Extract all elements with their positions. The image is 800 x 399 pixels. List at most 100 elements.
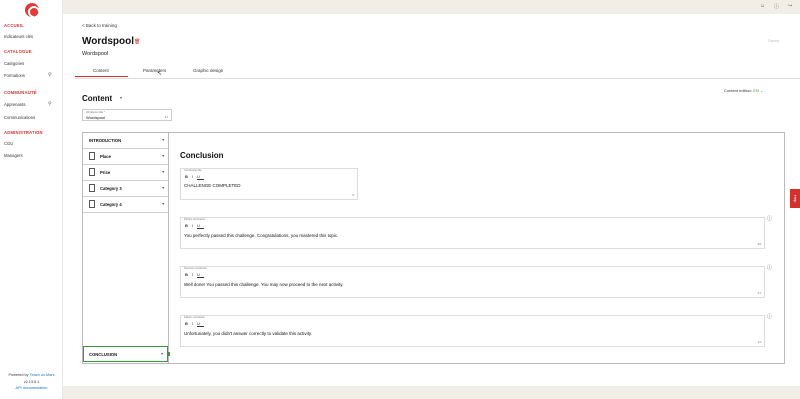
sidebar-item-indicateurs[interactable]: Indicateurs clés <box>4 34 33 39</box>
trash-icon[interactable]: 🗑 <box>134 39 140 45</box>
sidebar-section-accueil: ACCUEIL <box>4 23 25 28</box>
content-edition-label: Content edition: <box>724 88 753 93</box>
field-value: You perfectly passed this challenge. Con… <box>184 233 339 238</box>
document-icon <box>89 200 95 208</box>
back-to-training-link[interactable]: < Back to training <box>82 23 117 28</box>
format-toolbar: BIU <box>185 223 204 228</box>
search-icon[interactable]: ⚲ <box>48 101 52 107</box>
conclusion-heading: Conclusion <box>180 151 224 160</box>
nav-item-place[interactable]: Place ▾ <box>83 149 168 165</box>
conclusion-title-field[interactable]: Conclusion title BIU CHALLENGE COMPLETED… <box>180 168 358 200</box>
chevron-down-icon[interactable]: ▾ <box>120 95 122 100</box>
sidebar-item-apprenants[interactable]: Apprenants <box>4 102 25 107</box>
wordspool-title-count: 41 <box>164 115 168 119</box>
sidebar-item-categories[interactable]: Catégories <box>4 61 24 66</box>
nav-item-label: Category 3 <box>100 186 122 191</box>
chevron-down-icon[interactable]: ▾ <box>162 169 164 174</box>
tab-bar: Content Parameters Graphic design <box>75 64 800 79</box>
perfect-conclusion-field[interactable]: Perfect conclusion BIU You perfectly pas… <box>180 217 765 249</box>
success-conclusion-field[interactable]: Success conclusion BIU Well done! You pa… <box>180 266 765 298</box>
tab-graphic-design[interactable]: Graphic design <box>193 68 223 73</box>
app-logo-icon[interactable] <box>25 3 39 17</box>
bold-button[interactable]: B <box>185 223 192 228</box>
chevron-down-icon[interactable]: ▾ <box>161 351 163 356</box>
chevron-down-icon[interactable]: ▾ <box>162 201 164 206</box>
active-tab-indicator <box>75 76 128 77</box>
nav-item-price[interactable]: Price ▾ <box>83 165 168 181</box>
chevron-down-icon[interactable]: ▾ <box>162 137 164 142</box>
version-label: v2.13.5.1 <box>23 380 40 384</box>
chevron-down-icon[interactable]: ▾ <box>162 153 164 158</box>
powered-by: Powered by Teach on Mars <box>0 373 63 377</box>
content-edition[interactable]: Content edition: EN ⌄ <box>724 88 763 93</box>
underline-button[interactable]: U <box>197 321 204 326</box>
wordspool-title-value: Wordspool <box>86 115 106 120</box>
field-value: Unfortunately, you didn't answer correct… <box>184 331 312 336</box>
search-icon[interactable]: ⚲ <box>48 72 52 78</box>
content-edition-value: EN <box>753 88 759 93</box>
nav-item-label: INTRODUCTION <box>89 138 122 143</box>
sidebar: ACCUEIL Indicateurs clés CATALOGUE Catég… <box>0 0 63 399</box>
underline-button[interactable]: U <box>197 174 204 179</box>
char-count: 31 <box>757 340 761 344</box>
bold-button[interactable]: B <box>185 174 192 179</box>
help-icon[interactable]: ⓘ <box>774 3 779 10</box>
char-count: 21 <box>757 291 761 295</box>
info-icon[interactable]: ⓘ <box>767 313 772 320</box>
page-subtitle: Wordspool <box>82 51 109 57</box>
section-navigation: INTRODUCTION ▾ Place ▾ Price ▾ Category … <box>83 133 170 363</box>
chevron-down-icon: ⌄ <box>759 88 764 93</box>
editor-box: INTRODUCTION ▾ Place ▾ Price ▾ Category … <box>82 132 785 364</box>
format-toolbar: BIU <box>185 321 204 326</box>
format-toolbar: BIU <box>185 174 204 179</box>
page-title: Wordspool <box>82 36 135 47</box>
help-tab[interactable]: Help <box>790 189 800 208</box>
nav-item-label: Category 4 <box>100 202 122 207</box>
chevron-down-icon[interactable]: ▾ <box>162 185 164 190</box>
nav-item-introduction[interactable]: INTRODUCTION ▾ <box>83 133 168 149</box>
teach-on-mars-link[interactable]: Teach on Mars <box>30 373 55 377</box>
document-icon <box>89 184 95 192</box>
bold-button[interactable]: B <box>185 321 192 326</box>
sidebar-item-communications[interactable]: Communications <box>4 115 35 120</box>
char-count: 6 <box>352 193 354 197</box>
sidebar-section-administration: ADMINISTRATION <box>4 130 43 135</box>
bold-button[interactable]: B <box>185 272 192 277</box>
tab-content[interactable]: Content <box>93 68 109 73</box>
sidebar-item-managers[interactable]: Managers <box>4 153 23 158</box>
sidebar-section-catalogue: CATALOGUE <box>4 49 32 54</box>
logout-icon[interactable]: ↪ <box>788 3 792 9</box>
field-label: Success conclusion <box>184 267 207 270</box>
field-label: Failure conclusion <box>184 316 205 319</box>
powered-by-label: Powered by <box>8 373 29 377</box>
info-icon[interactable]: ⓘ <box>767 215 772 222</box>
sidebar-section-communaute: COMMUNAUTÉ <box>4 90 37 95</box>
info-icon[interactable]: ⓘ <box>767 264 772 271</box>
save-button[interactable]: Saved <box>768 38 779 43</box>
format-toolbar: BIU <box>185 272 204 277</box>
content-heading: Content <box>82 94 113 103</box>
char-count: 22 <box>757 242 761 246</box>
wordspool-title-label: Wordspool title * <box>86 110 105 114</box>
api-documentation-link[interactable]: API documentation <box>0 386 63 390</box>
field-label: Conclusion title <box>184 169 202 172</box>
user-icon[interactable]: ☺ <box>760 3 765 9</box>
field-value: CHALLENGE COMPLETED <box>184 183 241 188</box>
nav-item-category-3[interactable]: Category 3 ▾ <box>83 181 168 197</box>
failure-conclusion-field[interactable]: Failure conclusion BIU Unfortunately, yo… <box>180 315 765 347</box>
field-label: Perfect conclusion <box>184 218 206 221</box>
mouse-cursor-icon: ↖ <box>157 71 163 77</box>
nav-item-label: CONCLUSION <box>89 352 118 357</box>
sidebar-item-cgu[interactable]: CGU <box>4 141 13 146</box>
nav-item-category-4[interactable]: Category 4 ▾ <box>83 197 168 213</box>
tab-parameters[interactable]: Parameters <box>143 68 166 73</box>
nav-item-label: Place <box>100 154 111 159</box>
wordspool-title-field[interactable]: Wordspool title * Wordspool 41 <box>82 109 172 121</box>
nav-item-label: Price <box>100 170 111 175</box>
nav-item-conclusion[interactable]: CONCLUSION ▾ <box>83 346 168 362</box>
field-value: Well done! You passed this challenge. Yo… <box>184 282 344 287</box>
underline-button[interactable]: U <box>197 223 204 228</box>
document-icon <box>89 152 95 160</box>
sidebar-item-formations[interactable]: Formations <box>4 73 25 78</box>
underline-button[interactable]: U <box>197 272 204 277</box>
